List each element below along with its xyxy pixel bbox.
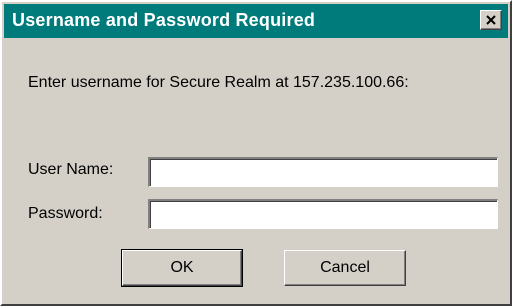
title-bar[interactable]: Username and Password Required	[4, 4, 508, 38]
realm-prompt: Enter username for Secure Realm at 157.2…	[28, 74, 409, 91]
close-x-icon	[486, 15, 496, 25]
password-label: Password:	[28, 205, 103, 222]
password-input[interactable]	[148, 199, 498, 229]
dialog-title: Username and Password Required	[12, 10, 316, 30]
username-input[interactable]	[148, 157, 498, 187]
cancel-button[interactable]: Cancel	[284, 250, 406, 286]
close-button[interactable]	[480, 10, 502, 30]
login-dialog: Username and Password Required Enter use…	[0, 0, 512, 306]
username-label: User Name:	[28, 161, 114, 178]
ok-button[interactable]: OK	[121, 249, 243, 287]
